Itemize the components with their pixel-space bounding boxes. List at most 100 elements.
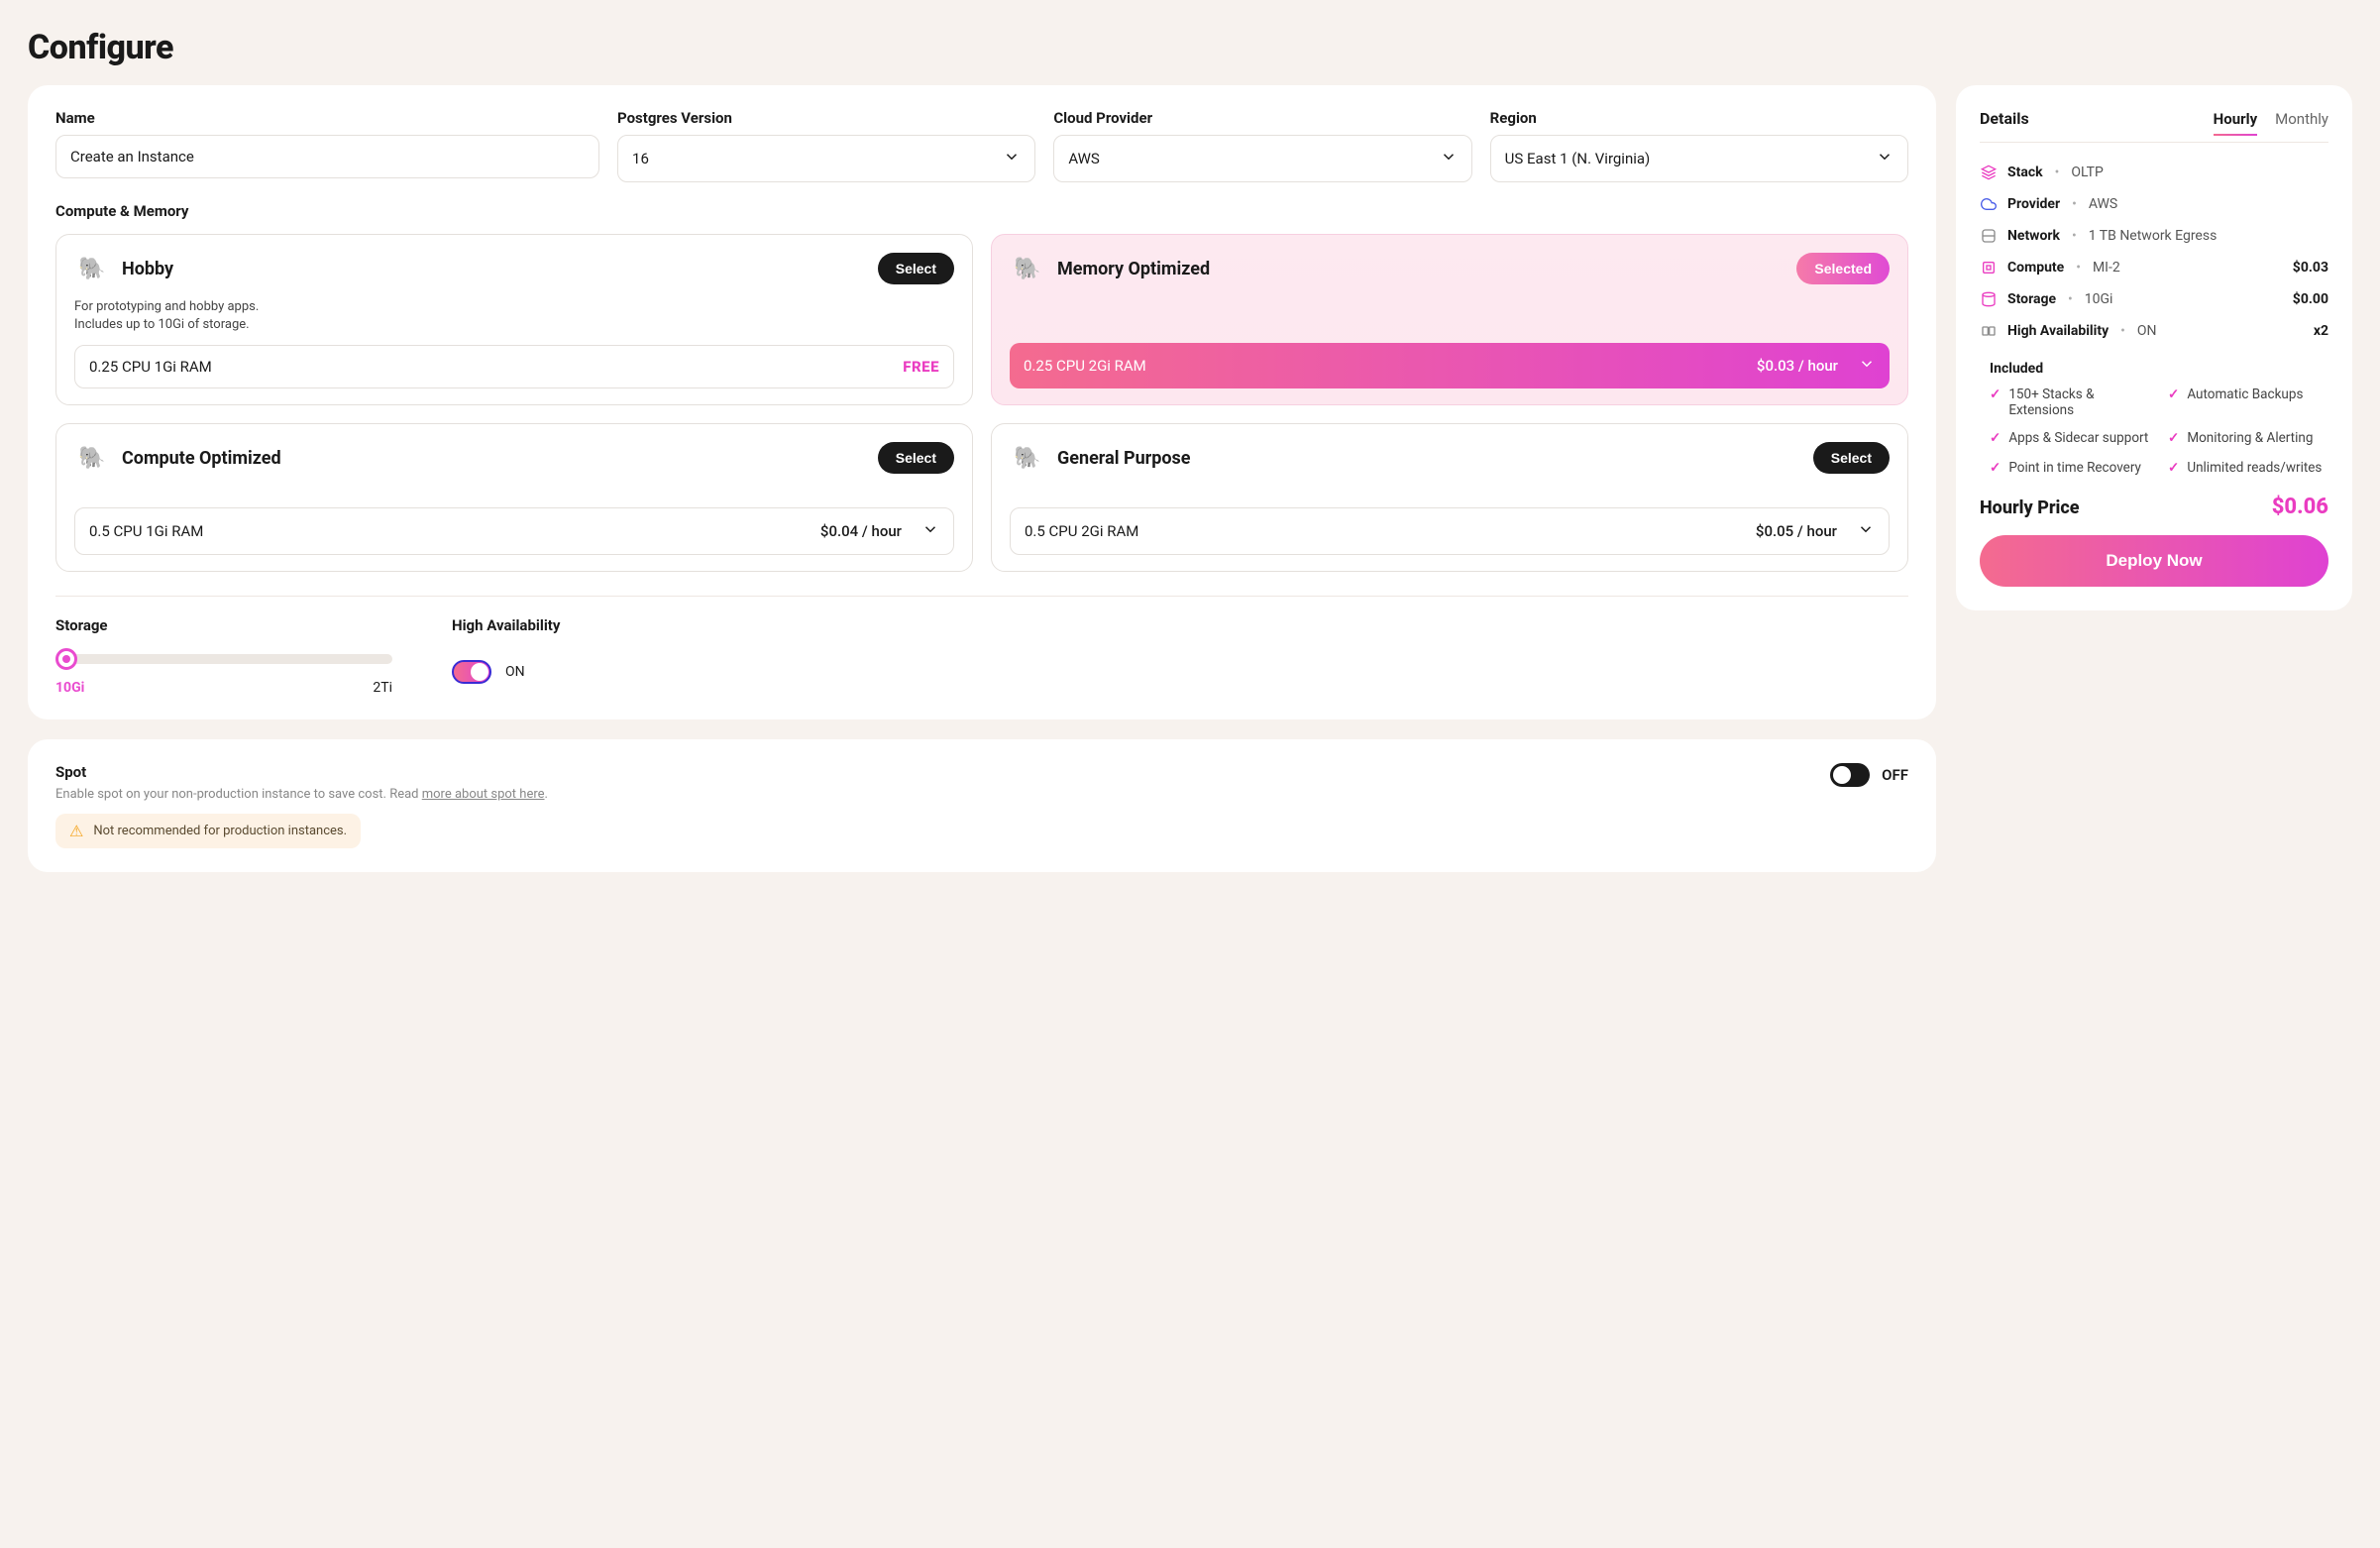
tier-general-spec-dropdown[interactable]: 0.5 CPU 2Gi RAM $0.05 / hour [1010,507,1890,555]
region-select[interactable]: US East 1 (N. Virginia) [1490,135,1908,182]
name-label: Name [55,109,599,127]
details-panel: Details Hourly Monthly Stack•OLTP Provid… [1956,85,2352,610]
storage-block: Storage 10Gi 2Ti [55,616,392,696]
tier-hobby-select-button[interactable]: Select [878,253,954,284]
spot-state: OFF [1882,766,1908,784]
spot-warning-text: Not recommended for production instances… [93,824,347,838]
included-item: ✓Unlimited reads/writes [2168,460,2328,478]
ha-label: High Availability [452,616,560,634]
tier-memory-spec-dropdown[interactable]: 0.25 CPU 2Gi RAM $0.03 / hour [1010,343,1890,388]
divider [1980,142,2328,143]
tier-general-name: General Purpose [1057,448,1191,469]
cpu-icon [1980,260,1998,276]
name-value: Create an Instance [70,148,194,166]
field-region: Region US East 1 (N. Virginia) [1490,109,1908,182]
ha-toggle[interactable] [452,660,491,684]
chevron-down-icon [1857,520,1875,542]
field-name: Name Create an Instance [55,109,599,182]
storage-slider-rail [67,654,392,664]
field-cloud-provider: Cloud Provider AWS [1053,109,1471,182]
tier-compute-price: $0.04 / hour [820,522,902,540]
chevron-down-icon [1876,148,1893,169]
tab-monthly[interactable]: Monthly [2275,110,2328,136]
divider [55,596,1908,597]
region-label: Region [1490,109,1908,127]
tier-compute-select-button[interactable]: Select [878,442,954,474]
check-icon: ✓ [2168,430,2179,448]
storage-scale: 10Gi 2Ti [55,680,392,696]
storage-slider-thumb[interactable] [55,648,77,670]
ha-icon [1980,323,1998,339]
tier-memory-name: Memory Optimized [1057,259,1210,279]
spot-title: Spot [55,763,548,781]
compute-section-label: Compute & Memory [55,202,1908,220]
tier-memory-selected-badge: Selected [1796,253,1890,284]
tier-hobby-spec-row: 0.25 CPU 1Gi RAM FREE [74,345,954,388]
tier-general-spec: 0.5 CPU 2Gi RAM [1025,522,1138,540]
included-item: ✓Monitoring & Alerting [2168,430,2328,448]
spot-toggle[interactable] [1830,763,1870,787]
cloud-icon [1980,196,1998,212]
name-input[interactable]: Create an Instance [55,135,599,178]
tier-compute-name: Compute Optimized [122,448,281,469]
included-block: Included ✓150+ Stacks & Extensions ✓Auto… [1990,361,2328,477]
configure-panel: Name Create an Instance Postgres Version… [28,85,1936,719]
price-amount: $0.06 [2272,495,2328,519]
spot-desc: Enable spot on your non-production insta… [55,787,548,802]
included-item: ✓Automatic Backups [2168,387,2328,418]
detail-compute-price: $0.03 [2293,260,2328,276]
cloud-select[interactable]: AWS [1053,135,1471,182]
storage-slider[interactable] [55,648,392,670]
tier-compute-spec-dropdown[interactable]: 0.5 CPU 1Gi RAM $0.04 / hour [74,507,954,555]
main-column: Name Create an Instance Postgres Version… [28,85,1936,872]
tier-general-select-button[interactable]: Select [1813,442,1890,474]
included-item: ✓150+ Stacks & Extensions [1990,387,2150,418]
chevron-down-icon [1440,148,1458,169]
cloud-value: AWS [1068,150,1100,167]
hourly-price-row: Hourly Price $0.06 [1980,495,2328,519]
toggle-knob [1833,766,1851,784]
chevron-down-icon [1858,355,1876,377]
storage-label: Storage [55,616,392,634]
tier-hobby-desc: For prototyping and hobby apps. Includes… [74,298,954,333]
detail-storage-price: $0.00 [2293,291,2328,307]
price-label: Hourly Price [1980,498,2080,518]
storage-min: 10Gi [55,680,84,696]
chevron-down-icon [921,520,939,542]
detail-ha-multiplier: x2 [2314,323,2328,339]
cloud-label: Cloud Provider [1053,109,1471,127]
detail-network: Network•1 TB Network Egress [1980,220,2328,252]
warning-icon: ⚠ [69,822,83,840]
details-title: Details [1980,109,2029,128]
detail-ha: High Availability•ON x2 [1980,315,2328,347]
chevron-down-icon [1003,148,1021,169]
ha-block: High Availability ON [452,616,560,696]
elephant-icon: 🐘 [74,440,110,476]
region-value: US East 1 (N. Virginia) [1505,150,1651,167]
tier-hobby: 🐘 Hobby Select For prototyping and hobby… [55,234,973,405]
storage-ha-row: Storage 10Gi 2Ti High Availability [55,616,1908,696]
tier-memory-spec: 0.25 CPU 2Gi RAM [1024,357,1146,375]
included-title: Included [1990,361,2328,377]
tier-general-purpose: 🐘 General Purpose Select 0.5 CPU 2Gi RAM… [991,423,1908,572]
elephant-icon: 🐘 [1010,440,1045,476]
tier-grid: 🐘 Hobby Select For prototyping and hobby… [55,234,1908,572]
pg-label: Postgres Version [617,109,1035,127]
detail-storage: Storage•10Gi $0.00 [1980,283,2328,315]
included-item: ✓Point in time Recovery [1990,460,2150,478]
tier-hobby-name: Hobby [122,259,173,279]
tier-hobby-spec: 0.25 CPU 1Gi RAM [89,358,212,376]
deploy-button[interactable]: Deploy Now [1980,535,2328,587]
stack-icon [1980,165,1998,180]
check-icon: ✓ [1990,460,2001,478]
check-icon: ✓ [1990,430,2001,448]
spot-link[interactable]: more about spot here [422,787,545,802]
detail-provider: Provider•AWS [1980,188,2328,220]
page-title: Configure [28,28,2352,67]
spot-panel: Spot Enable spot on your non-production … [28,739,1936,872]
tab-hourly[interactable]: Hourly [2214,110,2257,136]
tier-hobby-price: FREE [903,358,939,376]
tier-memory-price: $0.03 / hour [1757,357,1838,375]
pg-select[interactable]: 16 [617,135,1035,182]
pg-value: 16 [632,150,649,167]
